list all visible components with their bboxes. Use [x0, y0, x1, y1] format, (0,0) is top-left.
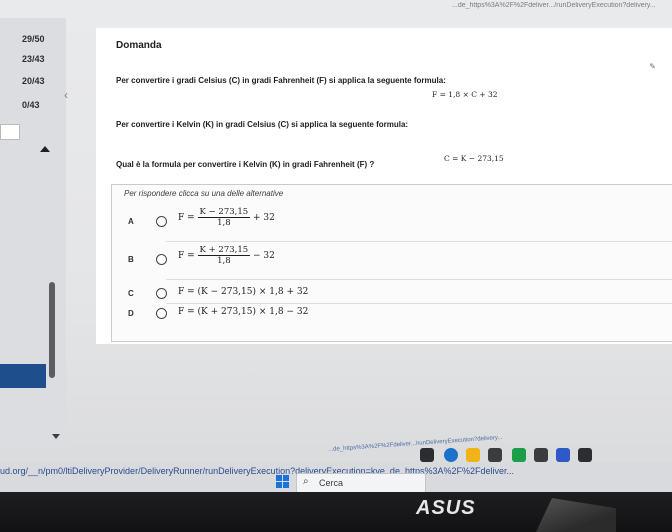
- formula-prefix: F =: [178, 251, 195, 261]
- sidebar-scrollbar[interactable]: [49, 282, 55, 378]
- option-letter: D: [128, 309, 134, 318]
- option-divider: [166, 279, 672, 280]
- answer-prompt: Per rispondere clicca su una delle alter…: [124, 189, 284, 198]
- radio-button-d[interactable]: [156, 308, 167, 319]
- pin-icon[interactable]: ✎: [649, 62, 656, 71]
- fraction-denominator: 1,8: [217, 256, 231, 266]
- option-formula: F = K − 273,15 1,8 + 32: [178, 207, 275, 228]
- chrome-icon[interactable]: [512, 448, 526, 462]
- edge-browser-icon[interactable]: [444, 448, 458, 462]
- sidebar-active-block: [0, 364, 46, 388]
- formula-prefix: F =: [178, 213, 195, 223]
- formula-suffix: + 32: [253, 213, 275, 223]
- sidebar-tab[interactable]: [0, 124, 20, 140]
- question-card: Domanda ✎ Per convertire i gradi Celsius…: [96, 28, 672, 344]
- dropbox-icon[interactable]: [578, 448, 592, 462]
- status-bar-url[interactable]: ud.org/__n/pm0/ltiDeliveryProvider/Deliv…: [0, 466, 514, 476]
- search-placeholder: Cerca: [319, 478, 344, 488]
- question-label: Domanda: [116, 40, 162, 51]
- question-text: Qual è la formula per convertire i Kelvi…: [116, 160, 375, 169]
- store-icon[interactable]: [488, 448, 502, 462]
- option-letter: B: [128, 255, 134, 264]
- statement-kelvin-celsius: Per convertire i Kelvin (K) in gradi Cel…: [116, 120, 409, 129]
- option-letter: A: [128, 217, 134, 226]
- screen: ...de_https%3A%2F%2Fdeliver.../runDelive…: [0, 0, 672, 492]
- app-icon[interactable]: [420, 448, 434, 462]
- option-formula: F = (K − 273,15) × 1,8 + 32: [178, 287, 309, 297]
- triangle-up-icon[interactable]: [40, 146, 50, 152]
- triangle-down-icon[interactable]: [52, 434, 60, 439]
- teams-icon[interactable]: [556, 448, 570, 462]
- formula-suffix: − 32: [253, 251, 275, 261]
- chevron-left-icon[interactable]: ‹: [64, 88, 68, 102]
- option-letter: C: [128, 289, 134, 298]
- radio-button-b[interactable]: [156, 254, 167, 265]
- sidebar-score-2[interactable]: 23/43: [22, 54, 45, 64]
- browser-url[interactable]: ...de_https%3A%2F%2Fdeliver.../runDelive…: [452, 2, 672, 12]
- fraction: K + 273,15 1,8: [197, 245, 251, 266]
- file-explorer-icon[interactable]: [466, 448, 480, 462]
- windows-start-icon[interactable]: [276, 475, 290, 489]
- option-formula: F = K + 273,15 1,8 − 32: [178, 245, 275, 266]
- search-icon: ⌕: [303, 476, 309, 487]
- answer-box: Per rispondere clicca su una delle alter…: [111, 184, 672, 342]
- option-divider: [166, 303, 672, 304]
- statement-celsius-fahrenheit: Per convertire i gradi Celsius (C) in gr…: [116, 76, 446, 85]
- option-formula: F = (K + 273,15) × 1,8 − 32: [178, 307, 309, 317]
- radio-button-c[interactable]: [156, 288, 167, 299]
- sidebar-score-4[interactable]: 0/43: [22, 100, 40, 110]
- app-icon-2[interactable]: [534, 448, 548, 462]
- fraction-denominator: 1,8: [217, 218, 231, 228]
- sidebar-score-3[interactable]: 20/43: [22, 76, 45, 86]
- option-divider: [166, 241, 672, 242]
- fraction-numerator: K + 273,15: [197, 245, 251, 256]
- fraction: K − 273,15 1,8: [197, 207, 251, 228]
- taskbar-search[interactable]: ⌕ Cerca: [296, 473, 426, 492]
- formula-celsius-fahrenheit: F = 1,8 × C + 32: [432, 90, 498, 99]
- formula-kelvin-celsius: C = K − 273,15: [444, 154, 504, 163]
- monitor-brand-logo: ASUS: [416, 497, 476, 519]
- fraction-numerator: K − 273,15: [197, 207, 251, 218]
- sidebar-score-1[interactable]: 29/50: [22, 34, 45, 44]
- radio-button-a[interactable]: [156, 216, 167, 227]
